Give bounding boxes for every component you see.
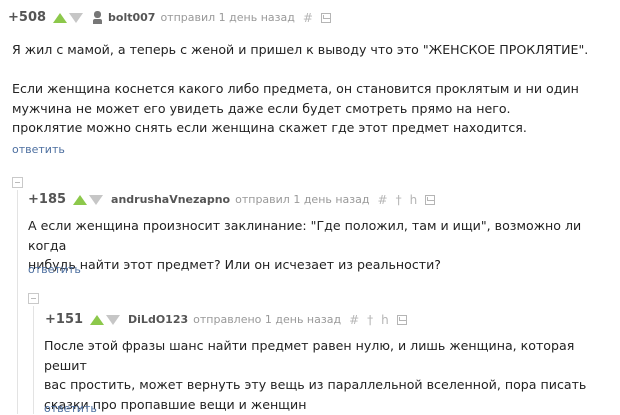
save-icon[interactable]	[320, 12, 331, 23]
hash-link-icon[interactable]: #	[378, 194, 388, 206]
pin-icon[interactable]: †	[367, 314, 373, 326]
timestamp: отправил 1 день назад	[160, 11, 295, 24]
reply-link[interactable]: ответить	[44, 402, 97, 415]
rating: +185	[28, 192, 67, 207]
rating: +151	[45, 312, 84, 327]
thread-line[interactable]	[17, 190, 18, 414]
upvote-icon[interactable]	[53, 12, 68, 23]
hash-link-icon[interactable]: #	[349, 314, 359, 326]
pin-icon[interactable]: †	[396, 194, 402, 206]
upvote-icon[interactable]	[90, 314, 105, 325]
timestamp: отправлено 1 день назад	[193, 313, 342, 326]
reply-link[interactable]: ответить	[28, 263, 81, 276]
upvote-icon[interactable]	[73, 194, 88, 205]
comment-body: Я жил с мамой, а теперь с женой и пришел…	[12, 40, 588, 138]
author[interactable]: DiLdO123	[128, 313, 188, 326]
user-icon	[93, 11, 103, 24]
collapse-toggle[interactable]	[12, 177, 23, 188]
rating: +508	[8, 10, 47, 25]
timestamp: отправил 1 день назад	[235, 193, 370, 206]
save-icon[interactable]	[425, 194, 436, 205]
downvote-icon[interactable]	[106, 314, 121, 325]
comment-header: +151 DiLdO123 отправлено 1 день назад # …	[45, 312, 407, 327]
author[interactable]: bolt007	[108, 11, 155, 24]
comment-line	[12, 60, 588, 80]
comment-line: Если женщина коснется какого либо предме…	[12, 81, 579, 96]
comment-line: вас простить, может вернуть эту вещь из …	[44, 377, 587, 392]
comment-line: сказки про пропавшие вещи и женщин	[44, 396, 307, 412]
hash-link-icon[interactable]: #	[303, 12, 313, 24]
collapse-toggle[interactable]	[28, 293, 39, 304]
thread-line[interactable]	[33, 306, 34, 414]
reply-link[interactable]: ответить	[12, 143, 65, 156]
comment-header: +508 bolt007 отправил 1 день назад #	[8, 10, 331, 25]
comment-line: проклятие можно снять если женщина скаже…	[12, 120, 527, 135]
reply-to-parent-icon[interactable]: h	[381, 314, 389, 326]
comment-line: После этой фразы шанс найти предмет раве…	[44, 338, 575, 373]
downvote-icon[interactable]	[69, 12, 84, 23]
comment-line: А если женщина произносит заклинание: "Г…	[28, 218, 582, 253]
author[interactable]: andrushaVnezapno	[111, 193, 230, 206]
comment-line: мужчина не может его увидеть даже если б…	[12, 100, 511, 116]
comment-line: Я жил с мамой, а теперь с женой и пришел…	[12, 42, 589, 57]
comment-line: нибудь найти этот предмет? Или он исчеза…	[28, 257, 441, 272]
comment-body: После этой фразы шанс найти предмет раве…	[44, 336, 620, 414]
comment-header: +185 andrushaVnezapno отправил 1 день на…	[28, 192, 436, 207]
save-icon[interactable]	[396, 314, 407, 325]
downvote-icon[interactable]	[89, 194, 104, 205]
comment-body: А если женщина произносит заклинание: "Г…	[28, 216, 620, 275]
reply-to-parent-icon[interactable]: h	[410, 194, 418, 206]
